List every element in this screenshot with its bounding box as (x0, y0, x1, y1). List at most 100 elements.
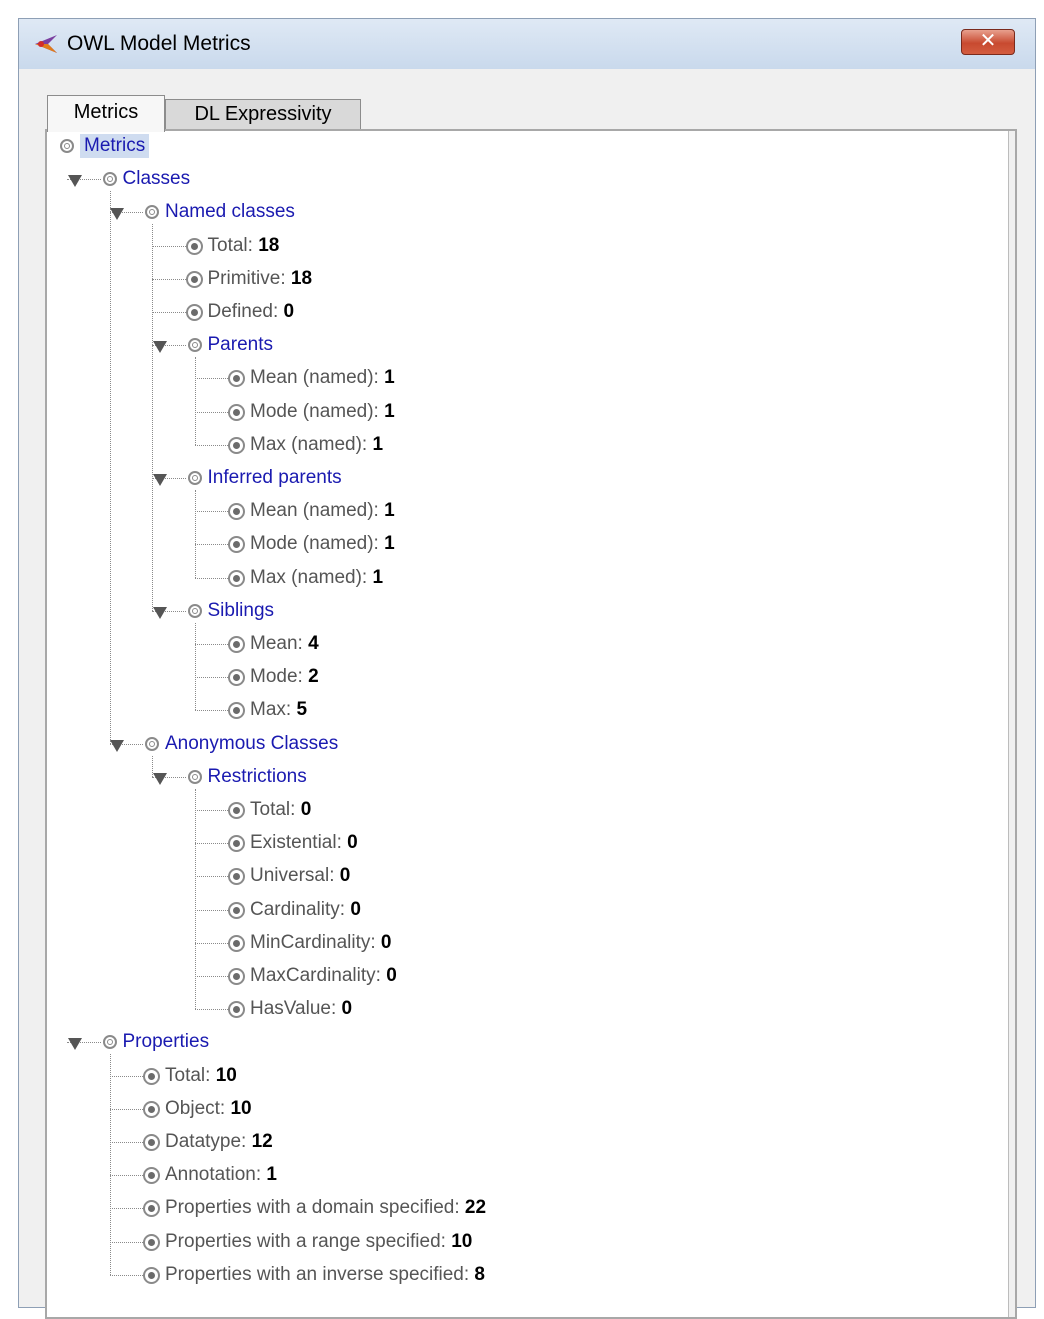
metric-name: Defined: (207, 301, 279, 322)
category-label[interactable]: Restrictions (208, 765, 307, 789)
metric-name: Max: (250, 699, 292, 721)
expand-arrow-icon[interactable] (152, 341, 167, 354)
metric-node-icon (228, 503, 245, 521)
metric-value: 10 (225, 1097, 252, 1119)
close-button[interactable]: ✕ (961, 29, 1015, 55)
category-node-icon (187, 338, 202, 353)
metric-label[interactable]: Existential: 0 (250, 831, 358, 855)
tree-connector (109, 1274, 143, 1276)
expand-arrow-icon[interactable] (67, 1038, 82, 1051)
expand-arrow-icon[interactable] (152, 772, 167, 785)
metric-node-icon (228, 702, 245, 720)
tree-connector (194, 843, 228, 845)
metric-name: Total: (250, 799, 296, 820)
category-label[interactable]: Anonymous Classes (165, 732, 338, 756)
metric-label[interactable]: Max (named): 1 (250, 566, 383, 590)
metric-node-icon (185, 270, 203, 288)
metric-value: 10 (210, 1064, 237, 1086)
metric-label[interactable]: Mean (named): 1 (250, 366, 395, 390)
metric-value: 22 (459, 1197, 487, 1219)
metric-label[interactable]: Defined: 0 (208, 300, 295, 324)
category-label[interactable]: Parents (208, 333, 273, 357)
metric-value: 0 (336, 998, 353, 1020)
category-label[interactable]: Inferred parents (208, 466, 342, 490)
metric-label[interactable]: Annotation: 1 (165, 1163, 277, 1187)
metric-label[interactable]: Total: 10 (165, 1064, 237, 1088)
category-label[interactable]: Properties (123, 1030, 210, 1054)
metric-label[interactable]: Cardinality: 0 (250, 898, 361, 922)
metric-value: 0 (341, 832, 358, 854)
metric-label[interactable]: Max (named): 1 (250, 433, 383, 457)
metric-node-icon (228, 436, 245, 454)
expand-arrow-icon[interactable] (67, 175, 82, 188)
metric-label[interactable]: Mode (named): 1 (250, 400, 395, 424)
category-label[interactable]: Named classes (165, 200, 295, 224)
metric-label[interactable]: MinCardinality: 0 (250, 931, 392, 955)
expand-arrow-icon[interactable] (152, 606, 167, 619)
tree-connector (194, 644, 228, 645)
category-node-icon (60, 139, 74, 153)
metric-value: 4 (302, 633, 319, 654)
tree-connector (194, 942, 228, 944)
metric-value: 0 (345, 898, 361, 920)
category-node-icon (102, 1035, 117, 1050)
metric-label[interactable]: Mean (named): 1 (250, 499, 395, 523)
metric-label[interactable]: Universal: 0 (250, 864, 350, 888)
tree-connector (109, 1108, 143, 1110)
metric-label[interactable]: Properties with a range specified: 10 (165, 1230, 472, 1254)
tree-connector (152, 278, 186, 280)
metric-node-icon (228, 569, 245, 587)
metric-value: 1 (378, 367, 395, 389)
expand-arrow-icon[interactable] (152, 474, 167, 486)
title-bar[interactable]: OWL Model Metrics ✕ (19, 19, 1035, 69)
metric-node-icon (143, 1100, 160, 1118)
metric-name: Mode (named): (250, 533, 379, 555)
metric-label[interactable]: Total: 18 (208, 234, 280, 258)
metric-label[interactable]: Total: 0 (250, 798, 311, 822)
metric-label[interactable]: Datatype: 12 (165, 1130, 273, 1154)
metric-node-icon (228, 802, 245, 819)
metric-label[interactable]: Mode (named): 1 (250, 532, 395, 556)
metric-value: 0 (380, 965, 397, 986)
category-node-icon (102, 172, 117, 187)
metric-label[interactable]: Max: 5 (250, 698, 307, 722)
metric-name: Properties with a domain specified: (165, 1197, 460, 1219)
metric-label[interactable]: Object: 10 (165, 1097, 252, 1121)
metric-name: MaxCardinality: (250, 965, 381, 986)
metric-name: Properties with an inverse specified: (165, 1263, 470, 1285)
metric-node-icon (143, 1200, 160, 1218)
metric-name: Mean: (250, 633, 303, 654)
expand-arrow-icon[interactable] (110, 739, 124, 752)
metric-name: Annotation: (165, 1164, 262, 1186)
tree-root-label[interactable]: Metrics (80, 134, 150, 158)
metric-label[interactable]: MaxCardinality: 0 (250, 964, 397, 988)
tree-connector (109, 1208, 143, 1210)
metric-value: 1 (367, 433, 384, 455)
tab-metrics[interactable]: Metrics (47, 95, 165, 132)
metric-label[interactable]: Properties with an inverse specified: 8 (165, 1263, 485, 1287)
metric-name: Existential: (250, 832, 342, 854)
app-logo-icon (35, 35, 57, 53)
metric-name: Properties with a range specified: (165, 1230, 446, 1252)
category-label[interactable]: Classes (123, 167, 191, 191)
category-label[interactable]: Siblings (208, 599, 275, 623)
metric-value: 0 (334, 865, 351, 887)
metric-label[interactable]: Properties with a domain specified: 22 (165, 1196, 486, 1220)
category-node-icon (145, 736, 159, 751)
tab-dl-expressivity[interactable]: DL Expressivity (165, 99, 361, 129)
metric-name: Max (named): (250, 433, 368, 455)
metric-node-icon (185, 237, 203, 255)
metric-label[interactable]: Mode: 2 (250, 665, 319, 689)
metric-label[interactable]: HasValue: 0 (250, 997, 352, 1021)
tree-trunk (194, 622, 196, 711)
tree-trunk (109, 191, 111, 744)
expand-arrow-icon[interactable] (110, 208, 124, 221)
metric-value: 2 (302, 666, 319, 688)
tree-connector (194, 909, 228, 911)
tree-connector (109, 1075, 143, 1077)
metric-label[interactable]: Primitive: 18 (208, 267, 313, 291)
metric-node-icon (228, 934, 245, 952)
metric-label[interactable]: Mean: 4 (250, 632, 319, 656)
metric-node-icon (228, 835, 245, 853)
metric-node-icon (143, 1167, 160, 1185)
